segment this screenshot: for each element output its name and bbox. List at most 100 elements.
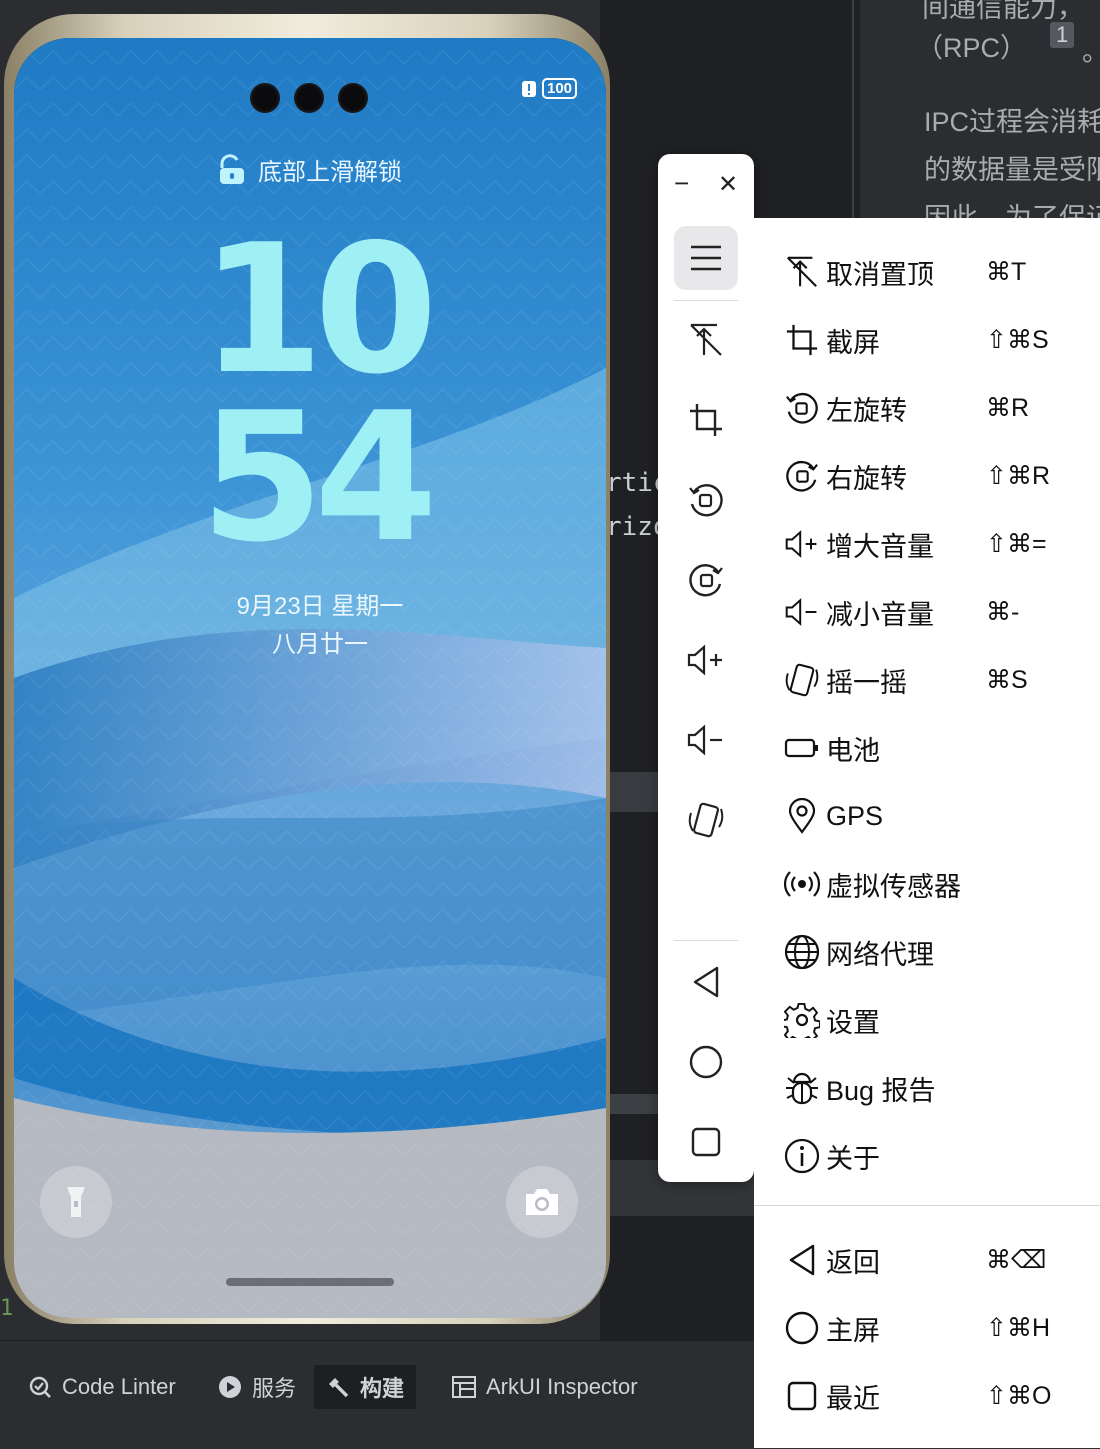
lunar-date-label: 八月廿一: [272, 631, 368, 658]
unpin-icon: [784, 254, 820, 290]
clock-minute: 54: [200, 374, 438, 581]
menu-item-about[interactable]: 关于: [784, 1130, 1094, 1182]
menu-item-shortcut: ⌘⌫: [986, 1246, 1047, 1274]
pane-splitter[interactable]: [852, 0, 854, 220]
home-button[interactable]: [674, 1030, 738, 1094]
recents-icon: [784, 1378, 820, 1414]
doc-footnote-badge[interactable]: 1: [1050, 22, 1075, 48]
menu-button[interactable]: [674, 226, 738, 290]
sensor-icon: [784, 866, 820, 902]
rotate-left-icon: [784, 390, 820, 426]
minimize-button[interactable]: −: [674, 168, 689, 199]
globe-icon: [784, 934, 820, 970]
rotate-right-icon: [784, 458, 820, 494]
menu-item-volume-up[interactable]: 增大音量 ⇧⌘=: [784, 518, 1094, 570]
menu-item-network-proxy[interactable]: 网络代理: [784, 926, 1094, 978]
menu-item-screenshot[interactable]: 截屏 ⇧⌘S: [784, 314, 1094, 366]
rotate-right-button[interactable]: [674, 548, 738, 612]
doc-text-line: （RPC）: [916, 33, 1028, 63]
home-icon: [689, 1045, 723, 1079]
menu-item-label: 取消置顶: [826, 259, 934, 290]
documentation-pane: 间通信能力， （RPC） 1 。 IPC过程会消耗 的数据量是受限 因此，为了保…: [900, 0, 1100, 233]
menu-item-label: 关于: [826, 1143, 880, 1174]
menu-item-label: 网络代理: [826, 939, 934, 970]
flashlight-button[interactable]: [40, 1166, 112, 1238]
menu-item-back[interactable]: 返回 ⌘⌫: [784, 1234, 1094, 1286]
menu-item-label: 主屏: [826, 1315, 880, 1346]
menu-item-shake[interactable]: 摇一摇 ⌘S: [784, 654, 1094, 706]
menu-item-label: Bug 报告: [826, 1075, 936, 1106]
menu-item-bug-report[interactable]: Bug 报告: [784, 1062, 1094, 1114]
hammer-icon: [326, 1375, 350, 1399]
menu-item-battery[interactable]: 电池: [784, 722, 1094, 774]
menu-item-unpin[interactable]: 取消置顶 ⌘T: [784, 246, 1094, 298]
menu-separator: [754, 1205, 1100, 1206]
shake-button[interactable]: [674, 788, 738, 852]
menu-item-label: 虚拟传感器: [826, 871, 961, 902]
status-bar: 100: [522, 78, 578, 99]
unlock-hint-text: 底部上滑解锁: [258, 159, 402, 186]
menu-item-label: 减小音量: [826, 599, 934, 630]
menu-icon: [689, 243, 723, 273]
tab-code-linter[interactable]: Code Linter: [16, 1365, 188, 1409]
gutter-line-number: 1: [0, 1296, 14, 1321]
alert-icon: [522, 80, 536, 97]
camera-lens: [250, 83, 280, 113]
home-indicator[interactable]: [226, 1278, 394, 1286]
menu-item-shortcut: ⇧⌘R: [986, 462, 1051, 490]
camera-button[interactable]: [506, 1166, 578, 1238]
volume-down-icon: [784, 594, 820, 630]
rotate-left-button[interactable]: [674, 468, 738, 532]
recents-button[interactable]: [674, 1110, 738, 1174]
doc-text-line: 。: [1082, 30, 1100, 69]
menu-item-virtual-sensor[interactable]: 虚拟传感器: [784, 858, 1094, 910]
menu-item-settings[interactable]: 设置: [784, 994, 1094, 1046]
back-button[interactable]: [674, 950, 738, 1014]
flashlight-icon: [65, 1185, 87, 1219]
tab-services[interactable]: 服务: [206, 1365, 308, 1409]
unpin-button[interactable]: [674, 308, 738, 372]
doc-text-line: 的数据量是受限: [924, 155, 1100, 185]
menu-item-label: 截屏: [826, 327, 880, 358]
rotate-right-icon: [688, 562, 724, 598]
menu-item-label: 摇一摇: [826, 667, 907, 698]
lock-screen[interactable]: 100 底部上滑解锁 10 54 9月23日 星期一 八月廿一: [14, 38, 606, 1318]
bug-icon: [784, 1070, 820, 1106]
menu-item-home[interactable]: 主屏 ⇧⌘H: [784, 1302, 1094, 1354]
tab-build[interactable]: 构建: [314, 1365, 417, 1409]
clock-hour: 10: [200, 206, 438, 413]
doc-text-line: IPC过程会消耗: [924, 107, 1100, 137]
menu-item-gps[interactable]: GPS: [784, 790, 1094, 842]
back-icon: [691, 965, 721, 999]
volume-down-button[interactable]: [674, 708, 738, 772]
info-icon: [784, 1138, 820, 1174]
tab-label: 构建: [360, 1376, 405, 1401]
volume-down-icon: [686, 724, 726, 756]
menu-item-label: 最近: [826, 1383, 880, 1414]
volume-up-icon: [784, 526, 820, 562]
menu-item-shortcut: ⇧⌘S: [986, 326, 1049, 354]
menu-item-rotate-right[interactable]: 右旋转 ⇧⌘R: [784, 450, 1094, 502]
volume-up-button[interactable]: [674, 628, 738, 692]
menu-item-label: 返回: [826, 1247, 880, 1278]
menu-item-label: 右旋转: [826, 463, 907, 494]
toolbar-separator: [674, 300, 738, 301]
toolbar-separator: [674, 940, 738, 941]
code-linter-icon: [28, 1375, 52, 1399]
date-label: 9月23日 星期一: [236, 593, 404, 620]
home-icon: [784, 1310, 820, 1346]
menu-item-volume-down[interactable]: 减小音量 ⌘-: [784, 586, 1094, 638]
tab-arkui-inspector[interactable]: ArkUI Inspector: [440, 1365, 650, 1409]
menu-item-shortcut: ⇧⌘H: [986, 1314, 1051, 1342]
battery-icon: [784, 730, 820, 766]
inspector-icon: [452, 1375, 476, 1399]
menu-item-recents[interactable]: 最近 ⇧⌘O: [784, 1370, 1094, 1422]
camera-lens: [294, 83, 324, 113]
close-button[interactable]: ✕: [718, 170, 738, 199]
camera-lens: [338, 83, 368, 113]
menu-item-label: 增大音量: [826, 531, 934, 562]
screenshot-button[interactable]: [674, 388, 738, 452]
menu-item-rotate-left[interactable]: 左旋转 ⌘R: [784, 382, 1094, 434]
battery-level: 100: [542, 78, 578, 99]
menu-item-label: 电池: [826, 735, 880, 766]
